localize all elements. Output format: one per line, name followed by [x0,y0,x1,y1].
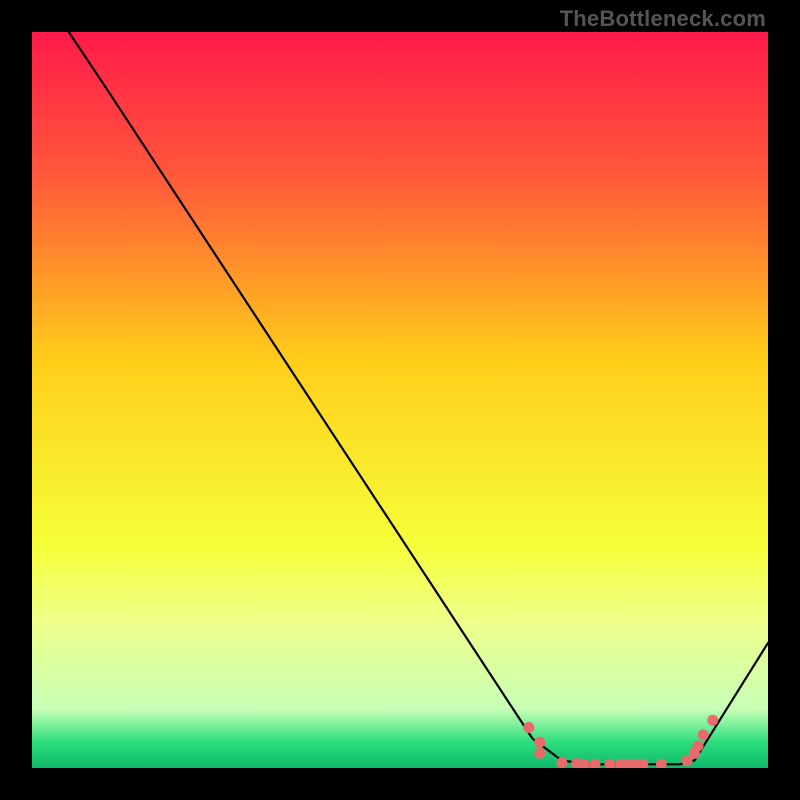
data-marker [693,740,704,751]
data-marker [534,748,545,759]
plot-area [32,32,768,768]
data-marker [707,715,718,726]
data-marker [523,722,534,733]
data-marker [698,729,709,740]
data-marker [534,737,545,748]
watermark: TheBottleneck.com [560,6,766,32]
data-marker [556,757,567,768]
chart-frame: TheBottleneck.com [0,0,800,800]
chart-svg [32,32,768,768]
